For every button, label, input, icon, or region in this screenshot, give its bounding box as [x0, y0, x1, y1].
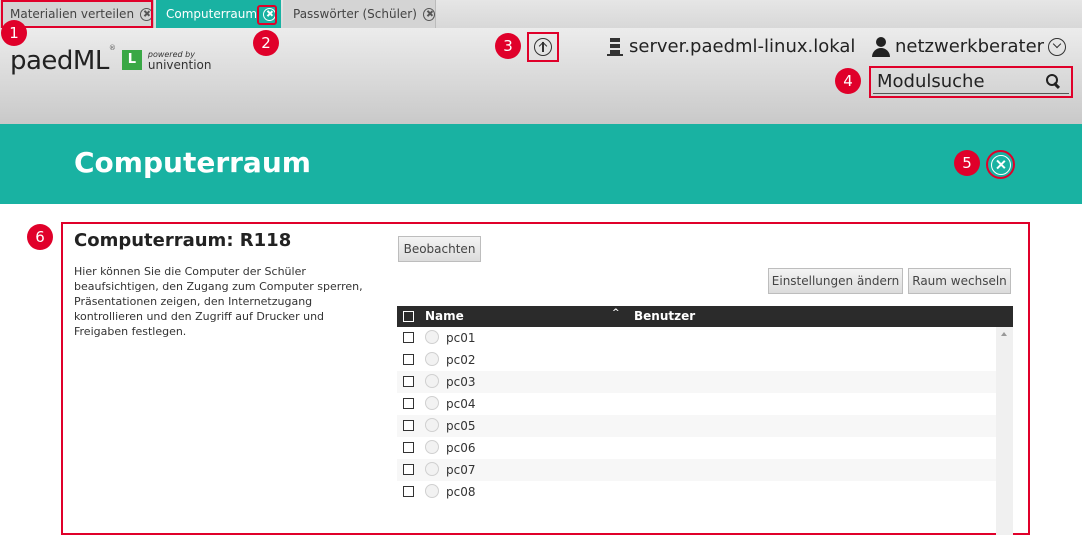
upload-button[interactable]	[527, 32, 559, 62]
highlight-frame	[257, 5, 277, 25]
row-checkbox[interactable]	[403, 442, 414, 453]
close-icon[interactable]	[422, 7, 435, 21]
computer-name: pc04	[446, 397, 476, 411]
tab-bar: Materialien verteilen Computerraum Passw…	[0, 0, 1082, 28]
table-row[interactable]: pc04	[397, 393, 996, 415]
computer-status-icon	[425, 462, 439, 476]
room-title: Computerraum: R118	[74, 230, 292, 251]
computer-status-icon	[425, 330, 439, 344]
computer-name: pc01	[446, 331, 476, 345]
computer-status-icon	[425, 396, 439, 410]
switch-room-button[interactable]: Raum wechseln	[908, 268, 1011, 294]
user-name: netzwerkberater	[895, 36, 1045, 57]
table-row[interactable]: pc06	[397, 437, 996, 459]
row-checkbox[interactable]	[403, 354, 414, 365]
observe-button[interactable]: Beobachten	[398, 236, 481, 262]
callout-marker-2: 2	[253, 30, 279, 56]
computer-name: pc06	[446, 441, 476, 455]
callout-marker-1: 1	[1, 20, 27, 46]
logo-name: paedML	[10, 46, 109, 76]
user-menu[interactable]: netzwerkberater	[872, 36, 1067, 57]
callout-marker-6: 6	[27, 224, 53, 250]
header: paedML ® L powered by univention server.…	[0, 28, 1082, 124]
sort-ascending-icon: ^	[612, 308, 620, 318]
computer-status-icon	[425, 352, 439, 366]
row-checkbox[interactable]	[403, 376, 414, 387]
computer-status-icon	[425, 484, 439, 498]
logo-powered-by: powered by univention	[148, 50, 212, 72]
computer-name: pc08	[446, 485, 476, 499]
table-row[interactable]: pc03	[397, 371, 996, 393]
search-icon[interactable]	[1046, 74, 1061, 89]
row-checkbox[interactable]	[403, 420, 414, 431]
table-row[interactable]: pc02	[397, 349, 996, 371]
grid-scrollbar[interactable]	[996, 327, 1013, 535]
search-input[interactable]	[873, 70, 1069, 94]
tab-label: Computerraum	[166, 7, 258, 21]
column-header-name[interactable]: Name	[425, 309, 464, 323]
row-checkbox[interactable]	[403, 486, 414, 497]
row-checkbox[interactable]	[403, 398, 414, 409]
table-row[interactable]: pc08	[397, 481, 996, 503]
user-icon	[872, 36, 890, 57]
computer-status-icon	[425, 374, 439, 388]
module-search	[869, 66, 1073, 98]
computer-name: pc02	[446, 353, 476, 367]
registered-icon: ®	[108, 44, 116, 52]
paedml-logo: paedML ® L powered by univention	[10, 42, 211, 76]
callout-marker-5: 5	[954, 150, 980, 176]
column-header-user[interactable]: Benutzer	[634, 309, 695, 323]
room-description: Hier können Sie die Computer der Schüler…	[74, 265, 363, 338]
chevron-down-icon[interactable]	[1048, 37, 1067, 56]
row-checkbox[interactable]	[403, 332, 414, 343]
computer-name: pc05	[446, 419, 476, 433]
grid-header: Name ^ Benutzer	[397, 306, 1013, 327]
table-row[interactable]: pc05	[397, 415, 996, 437]
arrow-up-icon	[534, 38, 552, 56]
close-module-button[interactable]	[986, 150, 1015, 179]
computer-grid: pc01 pc02 pc03 pc04 pc05 pc06 pc07 pc08	[397, 327, 1013, 535]
close-icon	[990, 154, 1011, 175]
callout-marker-3: 3	[495, 33, 521, 59]
computer-name: pc03	[446, 375, 476, 389]
module-header: Computerraum	[0, 124, 1082, 204]
logo-vendor: univention	[147, 58, 212, 72]
tab-passwoerter-schueler[interactable]: Passwörter (Schüler)	[283, 0, 436, 28]
table-row[interactable]: pc01	[397, 327, 996, 349]
row-checkbox[interactable]	[403, 464, 414, 475]
scroll-up-icon[interactable]	[1001, 332, 1007, 336]
logo-edition: L	[121, 50, 142, 70]
server-icon	[607, 37, 623, 56]
computer-status-icon	[425, 440, 439, 454]
select-all-checkbox[interactable]	[403, 311, 414, 322]
server-info: server.paedml-linux.lokal	[607, 36, 856, 57]
server-name: server.paedml-linux.lokal	[629, 36, 856, 57]
change-settings-button[interactable]: Einstellungen ändern	[768, 268, 903, 294]
module-title: Computerraum	[74, 146, 311, 179]
computer-name: pc07	[446, 463, 476, 477]
computer-status-icon	[425, 418, 439, 432]
tab-label: Passwörter (Schüler)	[293, 7, 417, 21]
callout-marker-4: 4	[835, 68, 861, 94]
table-row[interactable]: pc07	[397, 459, 996, 481]
